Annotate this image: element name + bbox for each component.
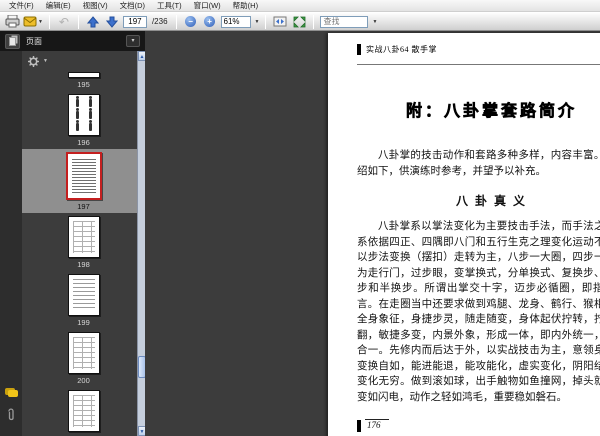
thumbnail-image[interactable]	[67, 332, 100, 374]
thumbnail-image[interactable]	[67, 72, 100, 78]
thumbnail-page-197[interactable]: 197	[22, 149, 145, 213]
pages-icon	[9, 36, 16, 46]
page-footer: 176	[357, 419, 600, 432]
section-heading: 八 卦 真 义	[455, 194, 527, 208]
thumbnail-image[interactable]	[67, 274, 100, 316]
previous-page-button[interactable]	[85, 14, 101, 29]
menu-item-2[interactable]: 视图(V)	[78, 0, 113, 11]
pages-tab-button[interactable]	[5, 33, 20, 49]
thumbnail-label: 198	[77, 260, 90, 269]
arrow-down-icon	[105, 16, 118, 28]
zoom-dropdown-arrow[interactable]: ▼	[255, 19, 260, 25]
next-page-button[interactable]	[104, 14, 120, 29]
thumbnail-label: 196	[77, 138, 90, 147]
thumbnail-list: 195 196 197 198 199 200 201	[22, 69, 145, 436]
document-canvas[interactable]: 实战八卦64 散手掌 附：八卦掌套路简介 八卦掌的技击动作和套路多种多样，内容丰…	[145, 31, 600, 436]
zoom-in-button[interactable]: +	[202, 14, 218, 29]
search-input[interactable]	[320, 15, 369, 28]
nav-tab-strip	[0, 51, 22, 436]
thumbnail-image[interactable]	[67, 390, 100, 432]
fit-page-icon	[293, 16, 306, 27]
printer-icon	[5, 15, 19, 28]
zoom-out-icon: −	[185, 16, 197, 27]
thumbnail-options-row: ▼	[22, 53, 145, 69]
chapter-title: 附：八卦掌套路简介	[405, 103, 577, 121]
running-header-text: 实战八卦64 散手掌	[366, 44, 437, 54]
page-number-input[interactable]	[122, 15, 147, 28]
scrollbar-thumb[interactable]	[138, 356, 145, 378]
toolbar-separator	[77, 14, 79, 29]
pages-panel-title: 页面	[26, 36, 42, 46]
thumbnail-page-199[interactable]: 199	[22, 271, 145, 329]
thumbnail-label: 195	[77, 80, 90, 89]
thumbnail-page-195[interactable]: 195	[22, 69, 145, 91]
paperclip-icon[interactable]	[6, 407, 16, 422]
menu-item-4[interactable]: 工具(T)	[152, 0, 187, 11]
search-dropdown-arrow[interactable]: ▼	[372, 19, 377, 25]
email-icon	[23, 16, 37, 27]
print-button[interactable]	[4, 14, 20, 29]
menu-item-6[interactable]: 帮助(H)	[228, 0, 263, 11]
toolbar-separator	[48, 14, 50, 29]
panel-options-button[interactable]: ▾	[126, 35, 140, 47]
thumbnails-pane: ▼ 195 196 197 198 199 200 201 ▲ ▼	[22, 51, 145, 436]
zoom-out-button[interactable]: −	[183, 14, 199, 29]
menu-item-0[interactable]: 文件(F)	[4, 0, 39, 11]
menu-item-3[interactable]: 文档(D)	[115, 0, 150, 11]
thumbnail-image[interactable]	[67, 94, 100, 136]
email-dropdown-arrow[interactable]: ▼	[38, 19, 43, 25]
thumbnail-page-200[interactable]: 200	[22, 329, 145, 387]
body-paragraph: 八卦掌系以掌法变化为主要技击手法，而手法之变换系依据四正、四隅即八门和五行生克之…	[357, 221, 600, 403]
thumbnail-page-201[interactable]: 201	[22, 387, 145, 436]
thumbnail-label: 200	[77, 376, 90, 385]
pages-panel-header: 页面 ▾	[0, 31, 145, 51]
document-page: 实战八卦64 散手掌 附：八卦掌套路简介 八卦掌的技击动作和套路多种多样，内容丰…	[328, 33, 600, 436]
header-rule	[357, 55, 600, 65]
scroll-up-arrow[interactable]: ▲	[138, 51, 145, 61]
thumbnail-label: 197	[77, 202, 90, 211]
gear-icon[interactable]	[28, 55, 39, 67]
email-button[interactable]: ▼	[23, 14, 43, 29]
fit-width-button[interactable]	[272, 14, 288, 29]
comments-icon[interactable]	[4, 388, 18, 397]
running-header: 实战八卦64 散手掌	[357, 43, 600, 55]
menu-bar: 文件(F) 编辑(E) 视图(V) 文档(D) 工具(T) 窗口(W) 帮助(H)	[0, 0, 600, 12]
thumbnail-page-198[interactable]: 198	[22, 213, 145, 271]
header-bar-mark	[357, 43, 361, 55]
menu-item-1[interactable]: 编辑(E)	[41, 0, 76, 11]
zoom-level-input[interactable]	[220, 15, 251, 28]
page-total-label: /236	[151, 17, 168, 26]
toolbar-separator	[313, 14, 315, 29]
thumbnail-label: 199	[77, 318, 90, 327]
main-area: 页面 ▾ ▼ 195 196 197 198 199 200 ▲ ▼ 实战八卦6…	[0, 31, 600, 436]
page-number: 176	[365, 419, 389, 432]
scroll-down-arrow[interactable]: ▼	[138, 426, 145, 436]
intro-paragraph: 八卦掌的技击动作和套路多种多样，内容丰富。现介绍如下，供演练时参考，并望予以补充…	[357, 150, 600, 177]
undo-button[interactable]: ↶	[56, 14, 72, 29]
gear-dropdown-arrow[interactable]: ▼	[43, 58, 48, 64]
undo-icon: ↶	[58, 14, 69, 29]
footer-bar-mark	[357, 419, 361, 432]
pages-panel: 页面 ▾ ▼ 195 196 197 198 199 200 ▲ ▼	[0, 31, 145, 436]
toolbar-separator	[175, 14, 177, 29]
menu-item-5[interactable]: 窗口(W)	[189, 0, 226, 11]
fit-width-icon	[273, 16, 287, 27]
pdf-reader-window: 文件(F) 编辑(E) 视图(V) 文档(D) 工具(T) 窗口(W) 帮助(H) ▼ ↶	[0, 0, 600, 436]
zoom-in-icon: +	[204, 16, 216, 27]
toolbar-separator	[265, 14, 267, 29]
arrow-up-icon	[86, 15, 99, 27]
thumbnail-page-196[interactable]: 196	[22, 91, 145, 149]
thumbnail-scrollbar[interactable]: ▲ ▼	[137, 51, 145, 436]
thumbnail-image[interactable]	[67, 216, 100, 258]
thumbnail-image[interactable]	[65, 152, 102, 200]
fit-page-button[interactable]	[291, 14, 307, 29]
toolbar: ▼ ↶ /236 − + ▼	[0, 12, 600, 31]
